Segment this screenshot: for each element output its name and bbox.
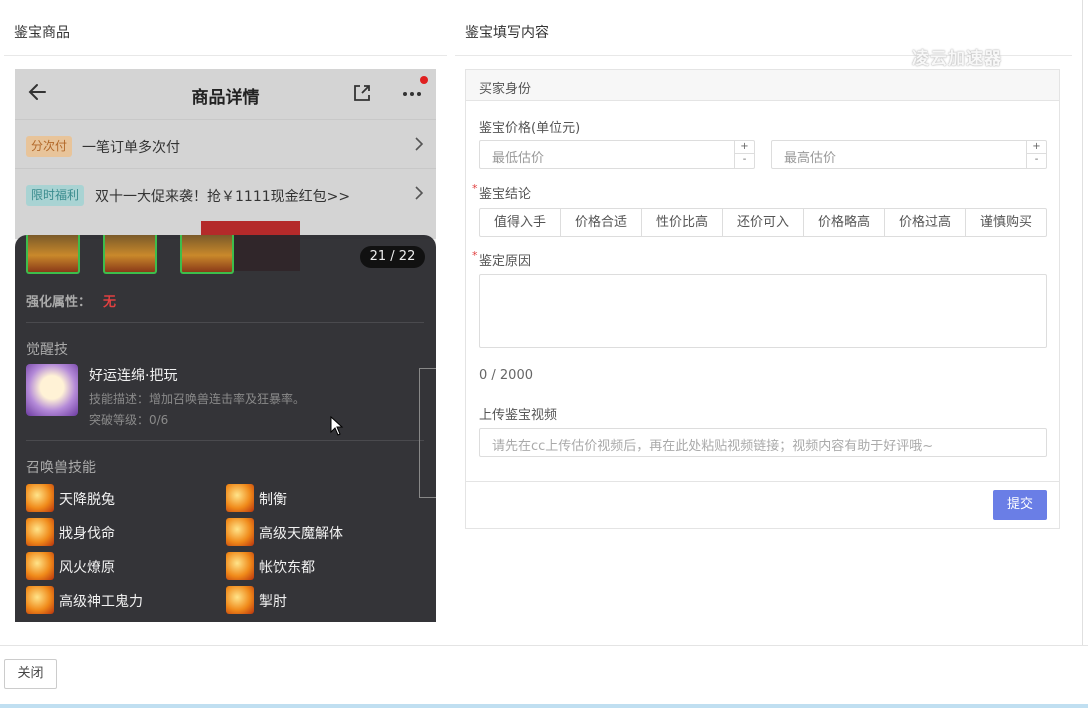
summon-skills-title: 召唤兽技能 bbox=[26, 460, 96, 476]
conclusion-option[interactable]: 还价可入 bbox=[723, 209, 804, 236]
decrement-button[interactable]: - bbox=[1027, 154, 1046, 167]
conclusion-option[interactable]: 价格略高 bbox=[804, 209, 885, 236]
conclusion-options: 值得入手 价格合适 性价比高 还价可入 价格略高 价格过高 谨慎购买 bbox=[479, 208, 1047, 237]
item-thumbnail[interactable] bbox=[26, 235, 80, 274]
left-panel-title: 鉴宝商品 bbox=[14, 25, 70, 41]
watermark-logo: 凌云加速器 bbox=[912, 49, 1002, 69]
conclusion-option[interactable]: 价格合适 bbox=[561, 209, 642, 236]
skill-icon bbox=[226, 586, 254, 614]
product-preview: 商品详情 分次付 一笔订单多次付 限时福利 双十一大促来袭！抢￥1111现金红包… bbox=[15, 69, 436, 622]
conclusion-option[interactable]: 价格过高 bbox=[885, 209, 966, 236]
skill-icon bbox=[226, 484, 254, 512]
mouse-cursor-icon bbox=[330, 416, 344, 436]
promo-tag: 分次付 bbox=[26, 136, 73, 157]
required-mark: * bbox=[472, 182, 478, 195]
more-icon[interactable] bbox=[401, 85, 425, 101]
increment-button[interactable]: + bbox=[735, 141, 754, 154]
promo-tag: 限时福利 bbox=[26, 185, 85, 206]
promo-row-limited[interactable]: 限时福利 双十一大促来袭！抢￥1111现金红包>> bbox=[15, 168, 436, 216]
conclusion-option[interactable]: 性价比高 bbox=[642, 209, 723, 236]
increment-button[interactable]: + bbox=[1027, 141, 1046, 154]
item-thumbnail[interactable] bbox=[180, 235, 234, 274]
image-counter: 21 / 22 bbox=[360, 246, 425, 268]
skill-name: 帐饮东都 bbox=[259, 560, 315, 576]
divider bbox=[466, 481, 1059, 482]
promo-text: 一笔订单多次付 bbox=[82, 140, 180, 156]
divider bbox=[4, 55, 447, 56]
divider bbox=[0, 645, 1088, 646]
min-price-stepper[interactable]: + - bbox=[734, 141, 754, 168]
reason-textarea[interactable] bbox=[479, 274, 1047, 348]
divider bbox=[1082, 0, 1083, 645]
share-icon[interactable] bbox=[351, 82, 373, 104]
conclusion-label: * 鉴宝结论 bbox=[472, 182, 532, 202]
close-button[interactable]: 关闭 bbox=[4, 659, 57, 689]
appraisal-dialog: 鉴宝商品 鉴宝填写内容 凌云加速器 商品详情 分次付 一笔订单多次付 限时福利 … bbox=[0, 0, 1088, 708]
awaken-section-title: 觉醒技 bbox=[26, 342, 68, 358]
decrement-button[interactable]: - bbox=[735, 154, 754, 167]
notification-dot bbox=[420, 76, 428, 84]
right-panel-title: 鉴宝填写内容 bbox=[465, 25, 549, 41]
form-section-header: 买家身份 bbox=[466, 70, 1059, 101]
chevron-right-icon bbox=[415, 186, 424, 200]
skill-icon bbox=[26, 586, 54, 614]
min-price-placeholder: 最低估价 bbox=[492, 151, 545, 166]
max-price-input[interactable]: 最高估价 + - bbox=[771, 140, 1047, 169]
awaken-skill-desc: 技能描述：增加召唤兽连击率及狂暴率。 bbox=[89, 392, 306, 406]
reason-label: * 鉴定原因 bbox=[472, 249, 532, 269]
awaken-skill-icon bbox=[26, 364, 78, 416]
skill-name: 风火燎原 bbox=[59, 560, 115, 576]
video-link-placeholder: 请先在cc上传估价视频后，再在此处粘贴视频链接；视频内容有助于好评哦~ bbox=[492, 439, 934, 454]
skill-name: 制衡 bbox=[259, 492, 287, 508]
video-label: 上传鉴宝视频 bbox=[479, 408, 558, 423]
appraisal-form: 买家身份 鉴宝价格(单位元) 最低估价 + - 最高估价 + - * 鉴宝结论 … bbox=[465, 69, 1060, 529]
window-edge bbox=[0, 704, 1088, 708]
reason-label-text: 鉴定原因 bbox=[479, 254, 532, 269]
awaken-skill-name: 好运连绵·把玩 bbox=[89, 368, 178, 384]
required-mark: * bbox=[472, 249, 478, 262]
promo-text: 双十一大促来袭！抢￥1111现金红包>> bbox=[95, 189, 351, 205]
divider bbox=[26, 440, 424, 441]
skill-name: 高级神工鬼力 bbox=[59, 594, 143, 610]
conclusion-option[interactable]: 谨慎购买 bbox=[966, 209, 1046, 236]
divider bbox=[26, 322, 424, 323]
skill-name: 戕身伐命 bbox=[59, 526, 115, 542]
min-price-input[interactable]: 最低估价 + - bbox=[479, 140, 755, 169]
price-label: 鉴宝价格(单位元) bbox=[479, 121, 581, 136]
skill-icon bbox=[26, 552, 54, 580]
char-counter: 0 / 2000 bbox=[479, 368, 533, 383]
skill-name: 天降脱兔 bbox=[59, 492, 115, 508]
phone-topbar: 商品详情 bbox=[15, 69, 436, 119]
conclusion-option[interactable]: 值得入手 bbox=[480, 209, 561, 236]
skill-icon bbox=[26, 518, 54, 546]
enhance-attr-label: 强化属性： bbox=[26, 295, 92, 310]
max-price-stepper[interactable]: + - bbox=[1026, 141, 1046, 168]
skill-icon bbox=[226, 518, 254, 546]
awaken-skill-level: 突破等级：0/6 bbox=[89, 413, 169, 427]
preview-scrollbar[interactable] bbox=[419, 368, 436, 498]
submit-button[interactable]: 提交 bbox=[993, 490, 1047, 520]
promo-row-installment[interactable]: 分次付 一笔订单多次付 bbox=[15, 119, 436, 167]
conclusion-label-text: 鉴宝结论 bbox=[479, 187, 532, 202]
video-link-input[interactable]: 请先在cc上传估价视频后，再在此处粘贴视频链接；视频内容有助于好评哦~ bbox=[479, 428, 1047, 457]
item-detail-overlay: 21 / 22 强化属性： 无 觉醒技 好运连绵·把玩 技能描述：增加召唤兽连击… bbox=[15, 235, 436, 622]
max-price-placeholder: 最高估价 bbox=[784, 151, 837, 166]
skill-icon bbox=[226, 552, 254, 580]
skill-name: 高级天魔解体 bbox=[259, 526, 343, 542]
form-section-title: 买家身份 bbox=[479, 82, 532, 97]
skill-icon bbox=[26, 484, 54, 512]
item-thumbnail[interactable] bbox=[103, 235, 157, 274]
chevron-right-icon bbox=[415, 137, 424, 151]
enhance-attr-value: 无 bbox=[103, 295, 117, 310]
skill-name: 掣肘 bbox=[259, 594, 287, 610]
